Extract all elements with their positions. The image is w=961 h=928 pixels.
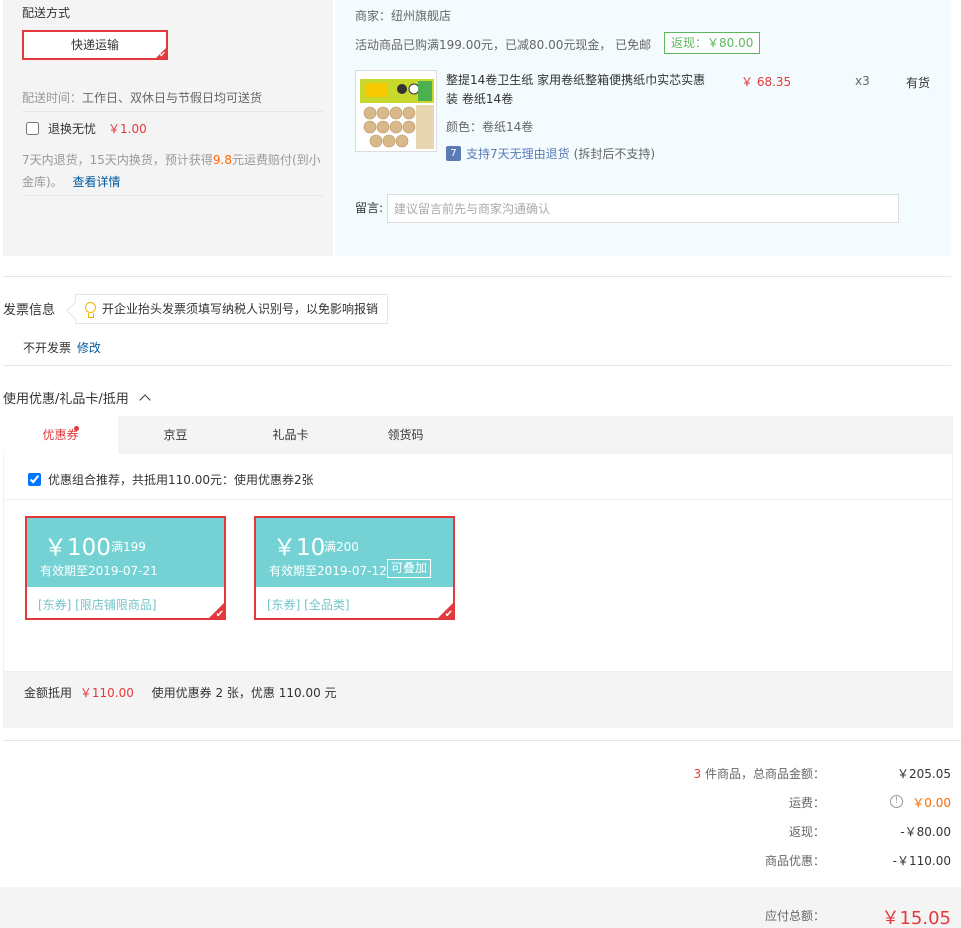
- discount-tabs: 优惠券 京豆 礼品卡 领货码: [3, 416, 953, 454]
- divider: [22, 111, 323, 112]
- invoice-value: 不开发票 修改: [23, 339, 101, 356]
- discount-section-title: 使用优惠/礼品卡/抵用: [3, 392, 129, 407]
- freight-label: 运费：: [788, 796, 825, 810]
- express-shipping-label: 快递运输: [70, 38, 119, 52]
- tab-coupons-label: 优惠券: [42, 428, 79, 442]
- new-dot-icon: [74, 426, 79, 431]
- summary-amount: ￥110.00: [79, 686, 134, 700]
- combo-recommend-text: 优惠组合推荐，共抵用110.00元：使用优惠券2张: [48, 473, 314, 487]
- message-label: 留言:: [355, 201, 384, 215]
- seven-day-return-icon: 7: [446, 146, 461, 161]
- divider: [3, 365, 951, 366]
- delivery-time-value: 工作日、双休日与节假日均可送货: [82, 91, 263, 105]
- checkmark-icon: ✔: [159, 50, 166, 59]
- coupon-condition: 满200: [324, 540, 359, 554]
- goods-total: ￥205.05: [897, 767, 951, 781]
- item-count: 3: [693, 767, 702, 781]
- tab-jingdou[interactable]: 京豆: [118, 416, 233, 454]
- tab-pickup-code-label: 领货码: [387, 428, 424, 442]
- discount-label: 商品优惠：: [764, 854, 825, 868]
- return-desc-amount: 9.8: [212, 153, 232, 167]
- summary-text: 使用优惠券 2 张，优惠 110.00 元: [151, 686, 337, 700]
- divider: [3, 740, 961, 741]
- product-image[interactable]: [355, 70, 437, 152]
- divider: [4, 499, 952, 500]
- divider: [3, 276, 951, 277]
- tab-pickup-code[interactable]: 领货码: [348, 416, 463, 454]
- coupon-condition: 满199: [111, 540, 146, 554]
- tab-coupons[interactable]: 优惠券: [3, 416, 118, 454]
- discount-value: -￥110.00: [892, 854, 951, 868]
- coupon-summary-text: 金额抵用 ￥110.00 使用优惠券 2 张，优惠 110.00 元: [24, 684, 337, 701]
- coupon-tags: [东券] [全品类]: [267, 598, 350, 612]
- coupon-card[interactable]: ￥10 满200 有效期至2019-07-12 可叠加 [东券] [全品类] ✔: [254, 516, 455, 620]
- chevron-up-icon: [139, 394, 151, 406]
- tab-jingdou-label: 京豆: [163, 428, 188, 442]
- combo-recommend-checkbox[interactable]: [28, 473, 41, 486]
- grand-total: ￥15.05: [881, 908, 951, 928]
- return-service-desc: 7天内退货，15天内换货，预计获得9.8元运费赔付(到小金库)。 查看详情: [22, 149, 322, 193]
- return-service-price: ￥1.00: [108, 122, 147, 136]
- rebate-value: -￥80.00: [900, 825, 951, 839]
- product-price: ￥ 68.35: [741, 75, 792, 89]
- rebate-label: 返现：: [788, 825, 825, 839]
- product-name[interactable]: 整提14卷卫生纸 家用卷纸整箱便携纸巾实芯实惠装 卷纸14卷: [446, 71, 708, 109]
- lightbulb-icon: [85, 302, 96, 318]
- goods-total-label: 3 件商品，总商品金额：: [694, 765, 825, 782]
- discount-section-toggle[interactable]: 使用优惠/礼品卡/抵用: [3, 388, 151, 407]
- shipping-title: 配送方式: [22, 6, 71, 20]
- promo-text: 活动商品已购满199.00元，已减80.00元现金， 已免邮: [355, 38, 652, 52]
- return-policy-note: (拆封后不支持): [573, 147, 656, 161]
- goods-total-text: 件商品，总商品金额：: [704, 767, 825, 781]
- rebate-badge: 返现：￥80.00: [664, 32, 761, 54]
- divider: [22, 195, 323, 196]
- coupon-tags: [东券] [限店铺限商品]: [38, 598, 157, 612]
- product-image-art: [356, 71, 436, 151]
- combo-recommend-row: 优惠组合推荐，共抵用110.00元：使用优惠券2张: [28, 471, 314, 488]
- coupon-card[interactable]: ￥100 满199 有效期至2019-07-21 [东券] [限店铺限商品] ✔: [25, 516, 226, 620]
- return-service-label: 退换无忧: [48, 122, 97, 136]
- info-icon[interactable]: !: [890, 795, 903, 808]
- product-color: 颜色：卷纸14卷: [446, 120, 534, 134]
- coupon-amount: ￥100: [44, 535, 111, 561]
- return-policy: 7 支持7天无理由退货 (拆封后不支持): [446, 145, 655, 162]
- grand-total-label: 应付总额：: [764, 909, 825, 923]
- checkmark-icon: ✔: [444, 609, 453, 620]
- freight-value: ￥0.00: [912, 796, 951, 810]
- return-service-checkbox[interactable]: [26, 122, 39, 135]
- express-shipping-option[interactable]: 快递运输 ✔: [22, 30, 168, 60]
- delivery-time-label: 配送时间：: [22, 91, 83, 105]
- tab-giftcard-label: 礼品卡: [272, 428, 309, 442]
- coupon-expiry: 有效期至2019-07-12: [269, 564, 387, 578]
- product-stock: 有货: [906, 76, 931, 90]
- invoice-status: 不开发票: [23, 341, 72, 355]
- product-qty: x3: [855, 74, 870, 88]
- coupon-card-head: ￥100 满199 有效期至2019-07-21: [27, 518, 224, 587]
- tab-giftcard[interactable]: 礼品卡: [233, 416, 348, 454]
- seller-name: 商家：纽州旗舰店: [355, 9, 452, 23]
- coupon-amount: ￥10: [273, 535, 326, 561]
- coupon-card-head: ￥10 满200 有效期至2019-07-12 可叠加: [256, 518, 453, 587]
- coupon-expiry: 有效期至2019-07-21: [40, 564, 158, 578]
- return-policy-text: 支持7天无理由退货: [466, 147, 570, 161]
- message-input[interactable]: [387, 194, 899, 223]
- invoice-tip: 开企业抬头发票须填写纳税人识别号，以免影响报销: [75, 294, 389, 324]
- delivery-time: 配送时间：工作日、双休日与节假日均可送货: [22, 89, 262, 106]
- invoice-title: 发票信息: [3, 303, 56, 318]
- summary-label: 金额抵用: [24, 686, 73, 700]
- return-service-row: 退换无忧 ￥1.00: [26, 120, 147, 137]
- checkmark-icon: ✔: [215, 609, 224, 620]
- stackable-badge: 可叠加: [387, 559, 432, 578]
- view-details-link[interactable]: 查看详情: [73, 175, 121, 189]
- invoice-tip-text: 开企业抬头发票须填写纳税人识别号，以免影响报销: [102, 302, 379, 316]
- invoice-edit-link[interactable]: 修改: [77, 341, 101, 355]
- return-desc-text: 7天内退货，15天内换货，预计获得: [22, 153, 213, 167]
